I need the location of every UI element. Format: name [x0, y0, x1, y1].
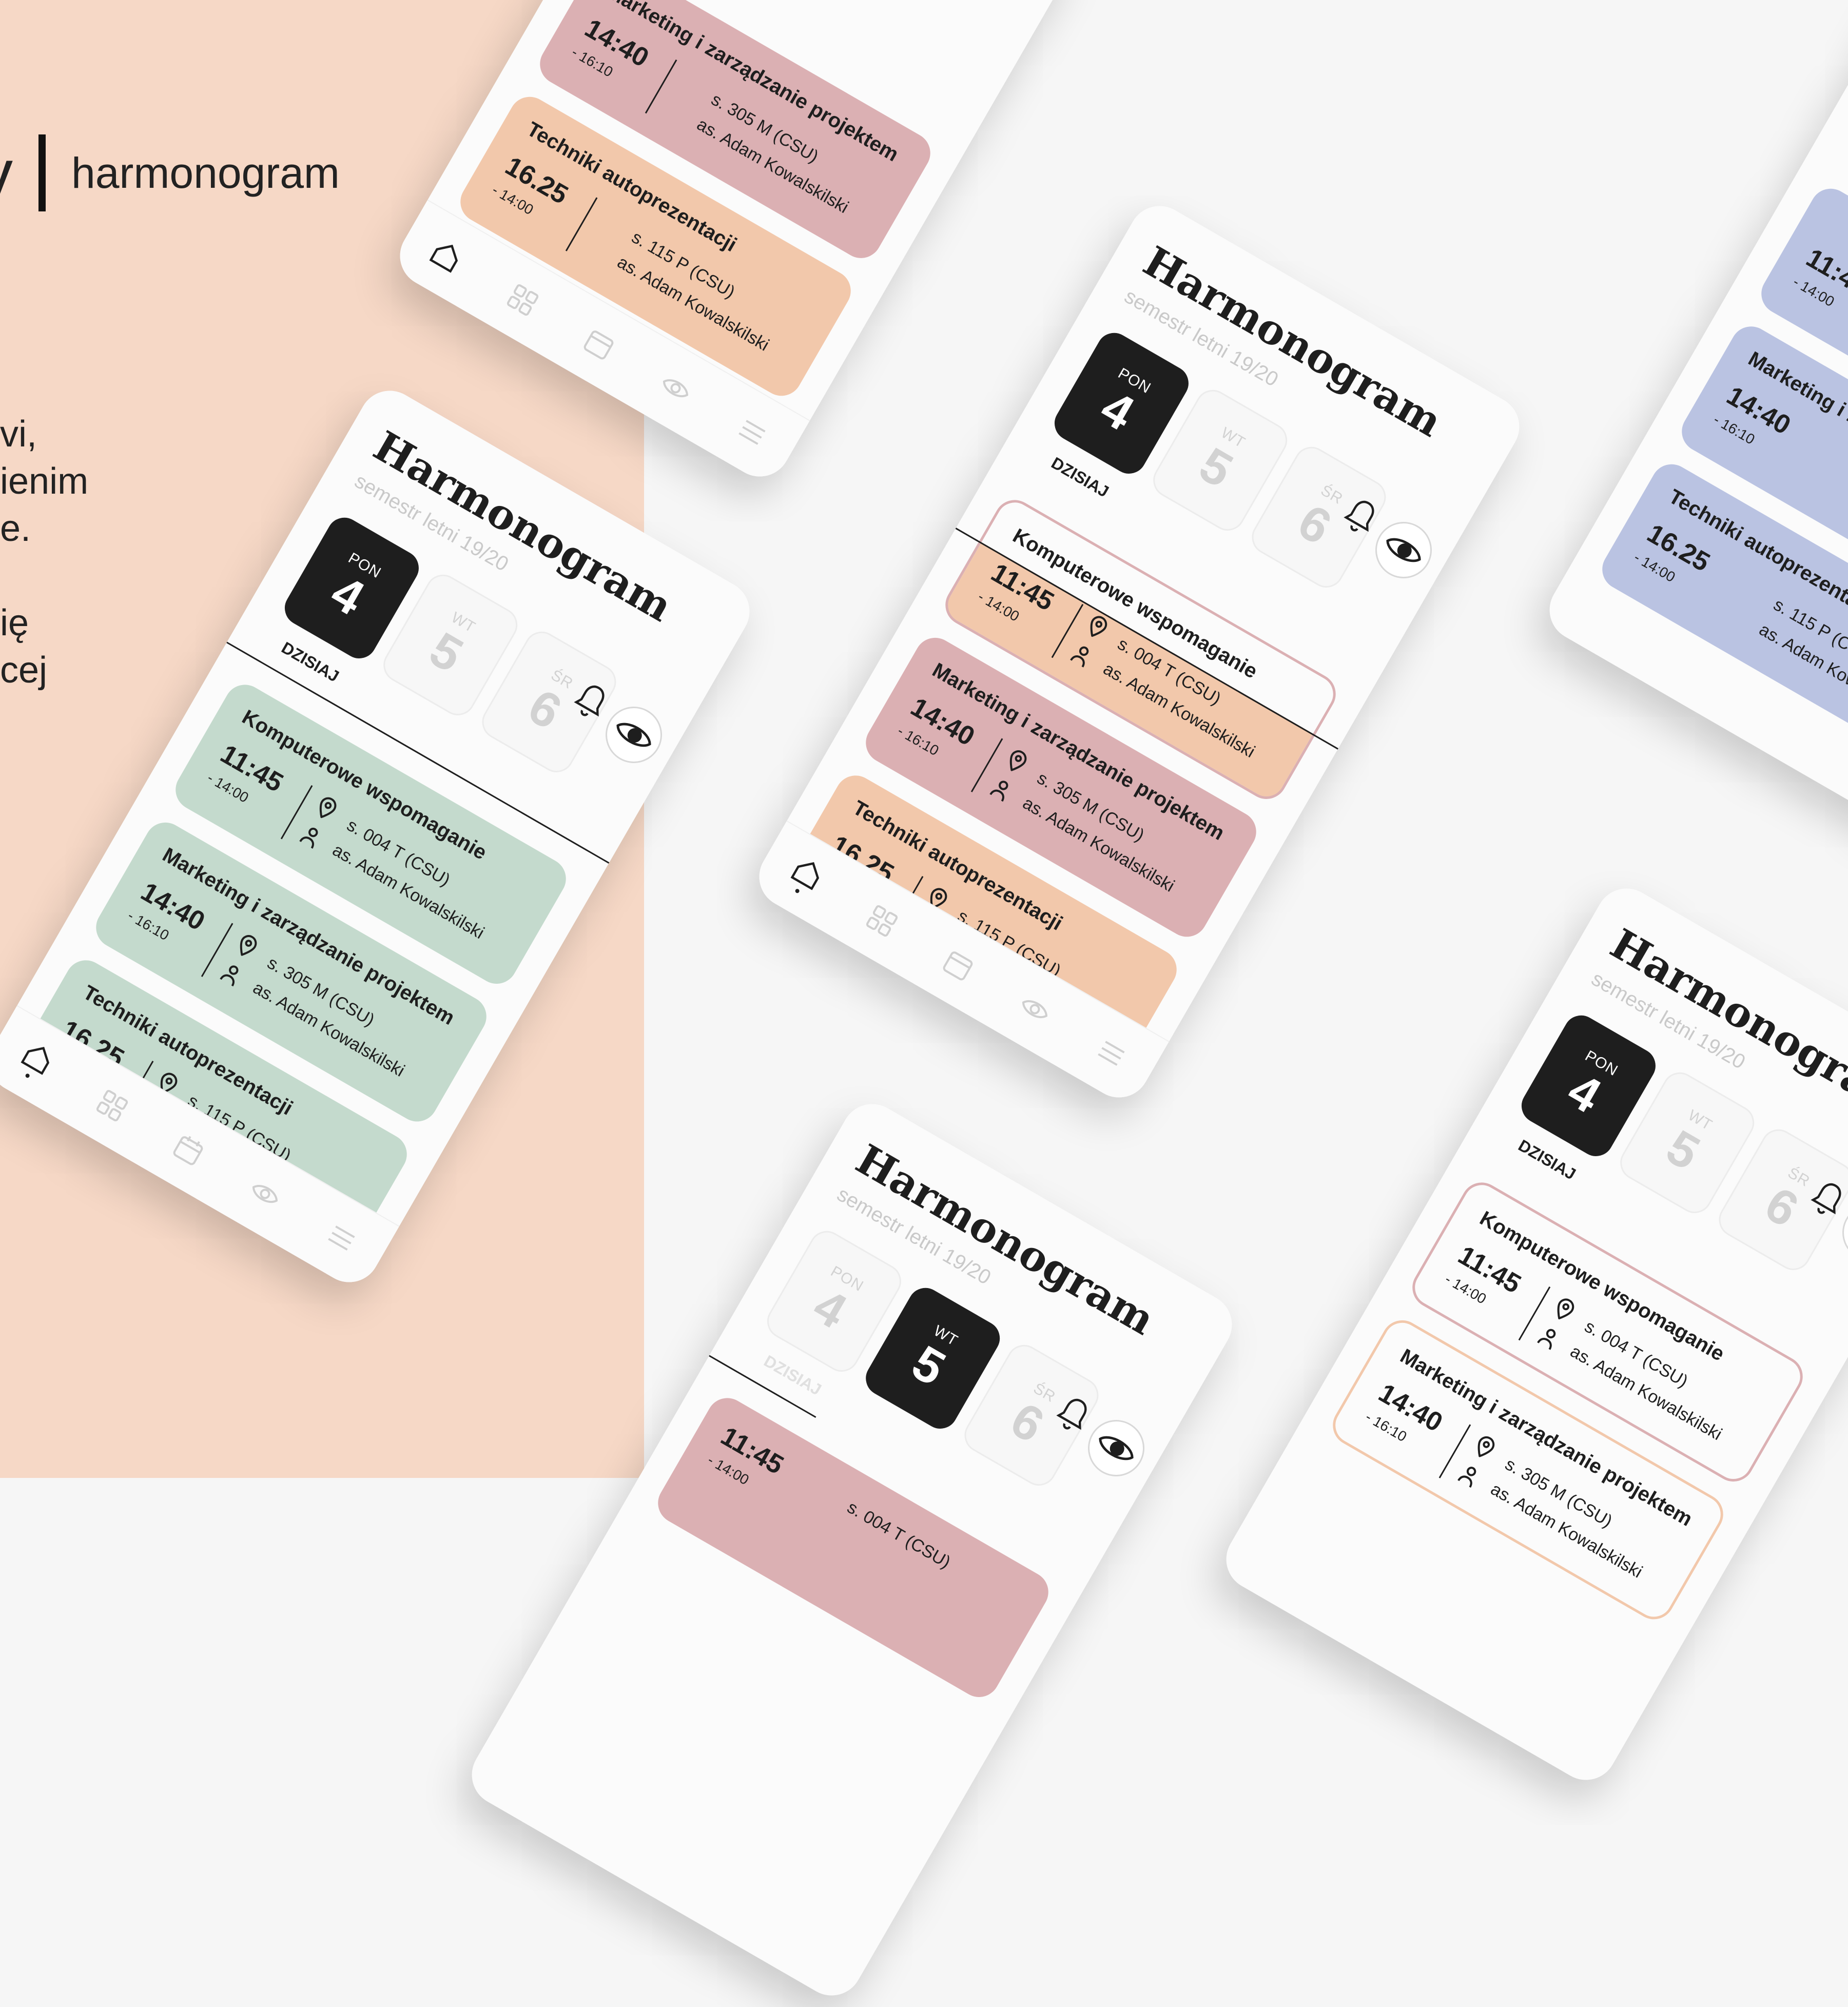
- person-icon: [1537, 1329, 1556, 1350]
- grid-icon: [96, 1089, 128, 1122]
- body-line: ię: [0, 602, 29, 644]
- phone-mockup-center: Harmonogram semestr letni 19/20 PON 4 WT 5…: [748, 194, 1531, 1109]
- person-icon: [299, 827, 318, 849]
- eye-icon: [1846, 1211, 1848, 1254]
- eye-icon: [1022, 1000, 1048, 1019]
- eye-toggle-button[interactable]: [1077, 1409, 1155, 1487]
- tab-home[interactable]: [0, 1030, 72, 1093]
- person-icon: [220, 965, 239, 987]
- menu-icon: [328, 1225, 355, 1251]
- person-icon: [989, 781, 1008, 802]
- active-tab-dot: [25, 1073, 31, 1079]
- eye-icon: [1386, 538, 1421, 562]
- body-line-blank: [0, 552, 154, 599]
- day-number: 5: [420, 621, 472, 683]
- menu-icon: [738, 420, 766, 445]
- location-pin-icon: [319, 797, 337, 819]
- tab-eye[interactable]: [233, 1170, 297, 1218]
- day-number: 5: [1657, 1119, 1709, 1181]
- body-line: vi,: [0, 414, 37, 455]
- tab-calendar[interactable]: [155, 1122, 223, 1177]
- header-word: harmonogram: [71, 148, 340, 197]
- left-body-text: vi, ienim e. ię cej: [0, 411, 154, 694]
- tab-grid[interactable]: [489, 272, 557, 327]
- eye-toggle-button[interactable]: [1365, 511, 1443, 589]
- class-room: s. 004 T (CSU): [844, 1497, 954, 1572]
- location-pin-icon: [240, 935, 257, 957]
- phone-mockup-outlined: Harmonogram semestr letni 19/20 PON 4 WT 5…: [1215, 877, 1848, 1791]
- home-icon: [790, 862, 820, 890]
- day-number: 5: [903, 1335, 955, 1396]
- body-line: ienim: [0, 461, 89, 502]
- day-number: 4: [804, 1278, 856, 1339]
- tab-eye[interactable]: [1003, 985, 1066, 1034]
- eye-toggle-button[interactable]: [595, 696, 673, 774]
- location-pin-icon: [1477, 1436, 1495, 1458]
- calendar-icon: [173, 1136, 203, 1165]
- left-header: y harmonogram: [0, 134, 340, 211]
- divider: [565, 197, 598, 251]
- tab-grid[interactable]: [848, 893, 916, 948]
- day-number: 6: [519, 678, 571, 740]
- day-number: 6: [1002, 1392, 1053, 1453]
- day-number: 6: [1289, 494, 1340, 555]
- eye-icon: [663, 379, 689, 398]
- body-line: cej: [0, 650, 48, 691]
- class-list: Komputerowe wspomaganie 11:45 - 14:00 s.…: [1315, 1175, 1811, 1645]
- tab-menu[interactable]: [309, 1214, 373, 1262]
- header-divider: [38, 134, 46, 211]
- day-number: 5: [1190, 437, 1242, 498]
- day-number: 4: [1559, 1062, 1610, 1124]
- tab-grid[interactable]: [79, 1078, 146, 1133]
- tab-eye[interactable]: [644, 364, 707, 413]
- day-number: 4: [322, 564, 374, 626]
- day-number: 6: [1756, 1176, 1807, 1238]
- menu-icon: [1098, 1041, 1125, 1066]
- day-number: 4: [1092, 380, 1143, 441]
- person-icon: [1070, 646, 1089, 668]
- person-icon: [1457, 1467, 1476, 1488]
- tab-menu[interactable]: [1079, 1029, 1143, 1078]
- divider: [645, 59, 677, 114]
- eye-icon: [252, 1185, 278, 1203]
- class-title: Marketing i zarządzanie projektem: [602, 0, 903, 166]
- tab-calendar[interactable]: [925, 937, 993, 992]
- class-title: Marketing i zarządzanie projektem: [1744, 347, 1848, 534]
- phone-mockup-lavender: 11:45 - 14:00 Marketing i zarządzanie pr…: [1538, 0, 1848, 842]
- home-icon: [429, 244, 458, 273]
- location-pin-icon: [1557, 1298, 1574, 1320]
- home-icon: [21, 1046, 50, 1075]
- location-pin-icon: [1009, 750, 1027, 772]
- body-line: e.: [0, 508, 31, 549]
- active-tab-dot: [794, 888, 801, 894]
- calendar-icon: [943, 951, 973, 981]
- tab-calendar[interactable]: [566, 316, 633, 372]
- eye-icon: [1099, 1436, 1134, 1460]
- grid-icon: [866, 905, 898, 937]
- tab-menu[interactable]: [720, 408, 784, 457]
- tab-home[interactable]: [770, 845, 842, 908]
- header-fragment: y: [0, 140, 13, 206]
- tab-home[interactable]: [413, 228, 480, 283]
- class-list: 11:45 - 14:00 Marketing i zarządzanie pr…: [1585, 181, 1848, 788]
- eye-icon: [616, 723, 651, 747]
- location-pin-icon: [1090, 616, 1107, 637]
- calendar-icon: [583, 330, 614, 360]
- grid-icon: [507, 284, 539, 316]
